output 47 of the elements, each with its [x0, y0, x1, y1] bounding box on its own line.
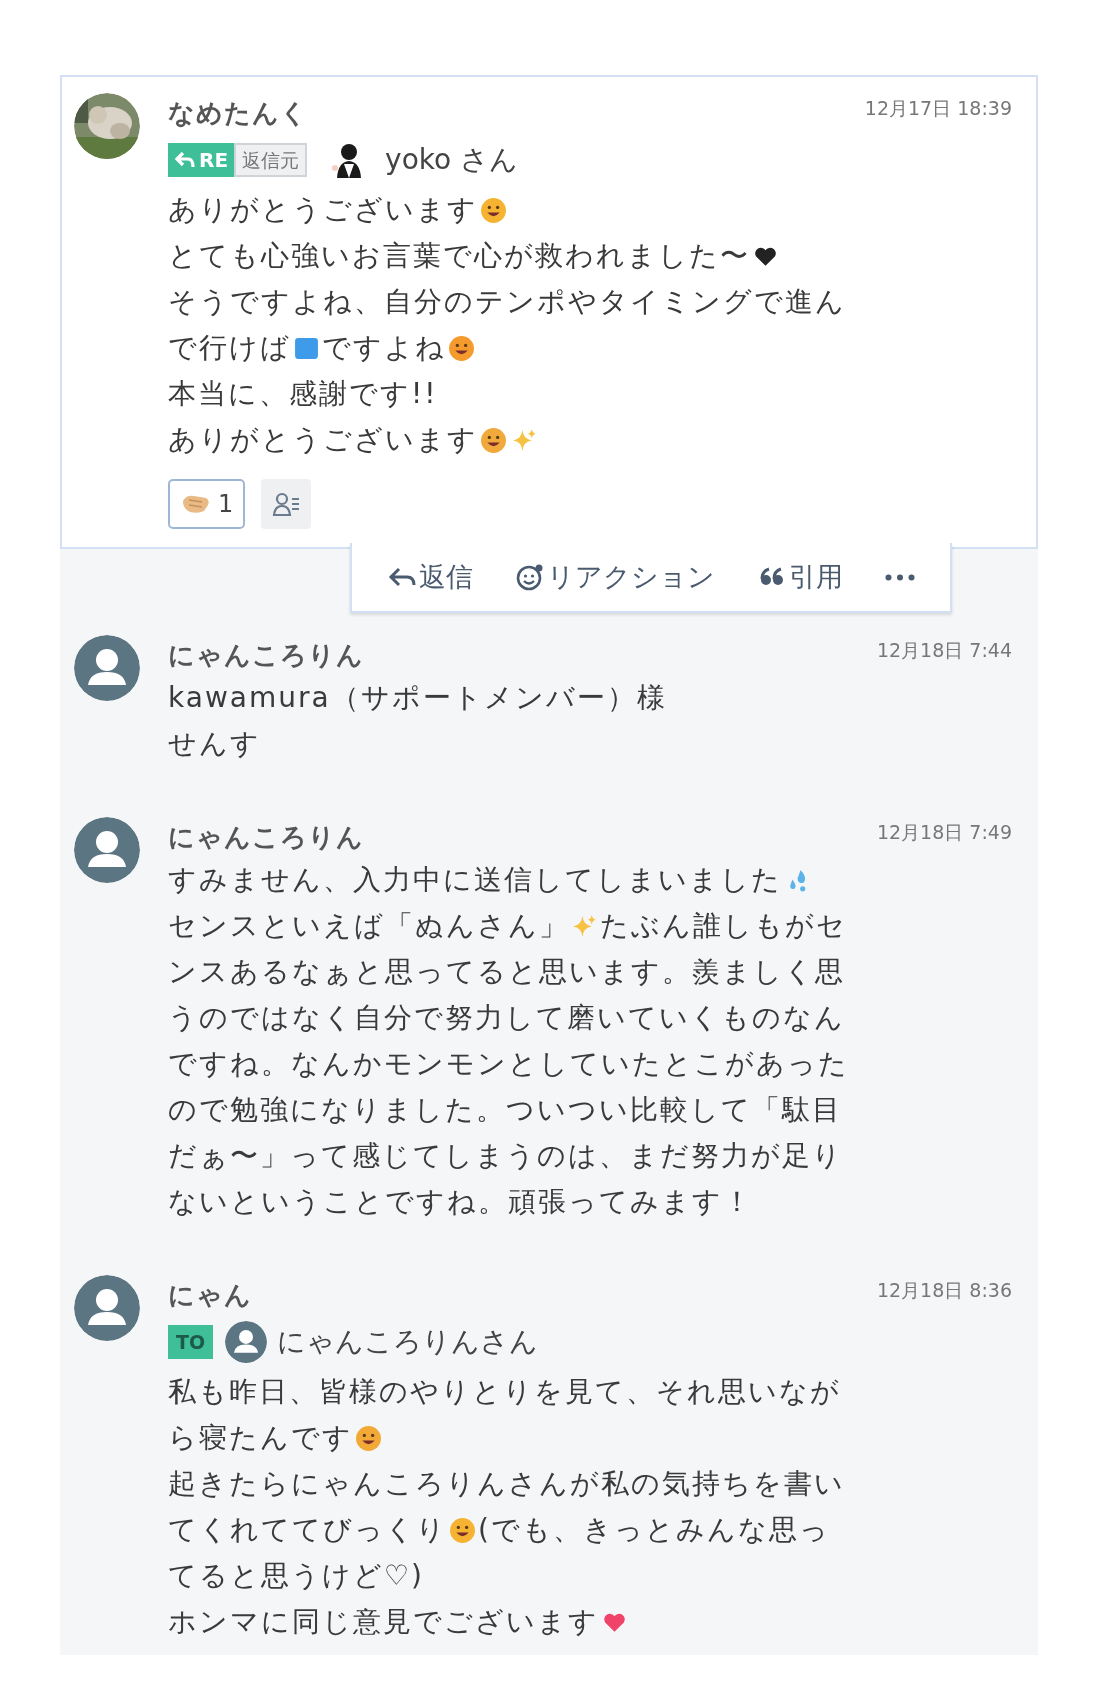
more-icon: [885, 573, 915, 581]
reaction-members-button[interactable]: [261, 479, 312, 529]
timestamp: 12月18日 8:36: [876, 1278, 1012, 1303]
timestamp: 12月18日 7:44: [876, 638, 1012, 663]
message-text: てると思うけど♡): [168, 1558, 425, 1594]
message-text: だぁ〜」って感じてしまうのは、まだ努力が足り: [168, 1138, 843, 1174]
author-name: なめたんく: [168, 97, 308, 130]
author-name: にゃんころりん: [168, 821, 364, 854]
message-text: ンスあるなぁと思ってると思います。羨ましく思: [168, 954, 845, 990]
message-text: ですよね: [322, 330, 446, 366]
message-text: うのではなく自分で努力して磨いていくものなん: [168, 1000, 845, 1036]
message-text: ので勉強になりました。ついつい比較して「駄目: [168, 1092, 842, 1128]
message-text: ありがとうございます: [168, 422, 478, 458]
timestamp: 12月18日 7:49: [876, 820, 1012, 845]
message-text: ですね。なんかモンモンとしていたとこがあった: [168, 1046, 849, 1082]
reply-source-link[interactable]: 返信元: [234, 143, 308, 177]
message-text: ら寝たんです: [168, 1420, 353, 1456]
action-button[interactable]: 返信: [383, 556, 477, 598]
reply-label: RE: [199, 147, 229, 174]
message-text: (でも、きっとみんな思っ: [478, 1512, 830, 1548]
message-text: せんす: [168, 726, 261, 762]
message-text: すみません、入力中に送信してしまいました: [168, 862, 782, 898]
action-button[interactable]: 引用: [753, 556, 847, 598]
people-icon: [271, 490, 302, 518]
reaction-button[interactable]: 1: [168, 479, 246, 529]
message-text: kawamura（サポートメンバー）様: [168, 680, 667, 716]
message-text: たぶん誰しもがセ: [600, 908, 847, 944]
timestamp: 12月17日 18:39: [864, 96, 1012, 121]
message-text: ありがとうございます: [168, 192, 478, 228]
avatar-icon: [225, 1321, 268, 1363]
message-text: ホンマに同じ意見でございます: [168, 1604, 599, 1640]
author-name: にゃん: [168, 1279, 252, 1312]
to-label: TO: [168, 1325, 214, 1359]
recipient-name: にゃんころりんさん: [277, 1324, 539, 1360]
message-text: 本当に、感謝です!!: [168, 376, 438, 412]
message-text: とても心強いお言葉で心が救われました〜: [168, 238, 750, 274]
message-text: ないということですね。頑張ってみます！: [168, 1184, 753, 1220]
action-button[interactable]: リアクション: [511, 556, 719, 598]
message-text: そうですよね、自分のテンポやタイミングで進ん: [168, 284, 846, 320]
message-text: センスといえば「ぬんさん」: [168, 908, 569, 944]
recipient-name: yoko さん: [385, 142, 518, 178]
message-text: 起きたらにゃんころりんさんが私の気持ちを書い: [168, 1466, 845, 1502]
message-text: てくれててびっくり: [168, 1512, 447, 1548]
author-name: にゃんころりん: [168, 639, 364, 672]
smiley-icon: [515, 562, 545, 592]
message-text: 私も昨日、皆様のやりとりを見て、それ思いなが: [168, 1374, 841, 1410]
message-text: で行けば: [168, 330, 291, 366]
